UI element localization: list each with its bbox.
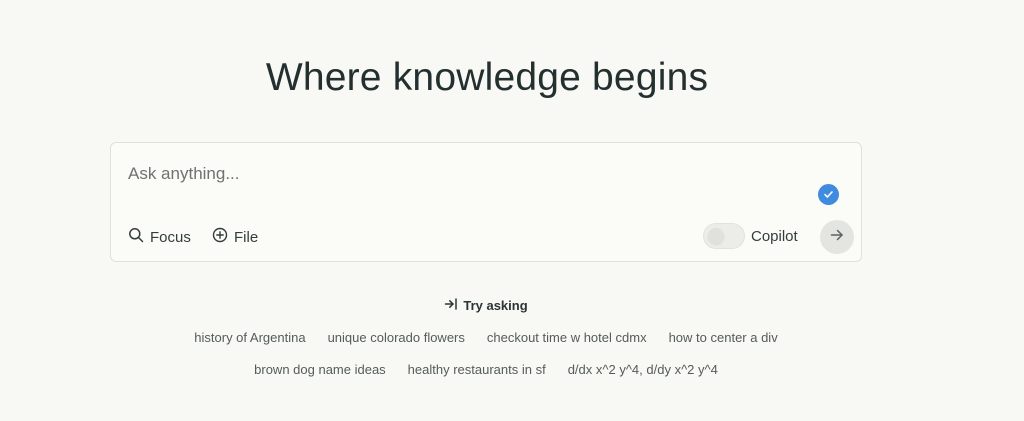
- suggestion-row: brown dog name ideas healthy restaurants…: [0, 362, 972, 377]
- plus-circle-icon: [212, 227, 228, 247]
- copilot-label: Copilot: [751, 228, 798, 245]
- search-icon: [128, 227, 144, 247]
- suggestion-item[interactable]: checkout time w hotel cdmx: [487, 330, 647, 345]
- suggestion-row: history of Argentina unique colorado flo…: [0, 330, 972, 345]
- page: Where knowledge begins Focus: [0, 0, 1024, 421]
- suggestion-item[interactable]: brown dog name ideas: [254, 362, 386, 377]
- search-box: Focus File Copilot: [110, 142, 862, 262]
- file-label: File: [234, 228, 259, 246]
- focus-button[interactable]: Focus: [128, 225, 191, 249]
- suggestion-item[interactable]: how to center a div: [669, 330, 778, 345]
- suggestion-item[interactable]: d/dx x^2 y^4, d/dy x^2 y^4: [568, 362, 718, 377]
- check-icon[interactable]: [818, 184, 839, 205]
- suggestion-item[interactable]: healthy restaurants in sf: [408, 362, 546, 377]
- page-title: Where knowledge begins: [265, 56, 709, 99]
- try-asking-heading: Try asking: [0, 297, 972, 314]
- file-button[interactable]: File: [212, 225, 258, 249]
- copilot-toggle[interactable]: [703, 223, 745, 249]
- focus-label: Focus: [150, 228, 191, 246]
- copilot-toggle-knob: [708, 228, 724, 244]
- arrow-right-icon: [829, 227, 845, 248]
- arrow-into-icon: [444, 297, 458, 314]
- suggestion-item[interactable]: unique colorado flowers: [328, 330, 465, 345]
- try-asking-label: Try asking: [463, 298, 528, 313]
- submit-button[interactable]: [820, 220, 854, 254]
- suggestion-item[interactable]: history of Argentina: [194, 330, 305, 345]
- search-input[interactable]: [128, 161, 788, 187]
